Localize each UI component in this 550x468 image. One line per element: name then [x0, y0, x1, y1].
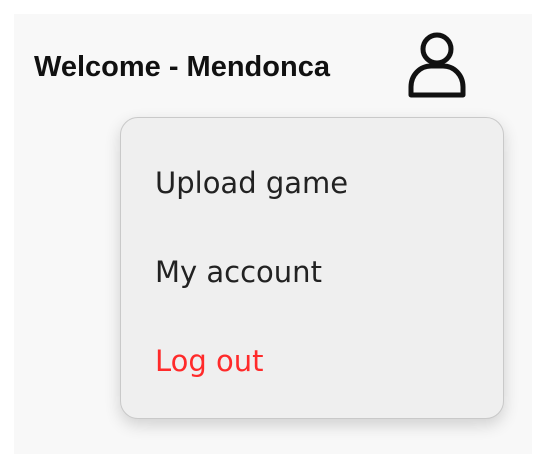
- menu-item-upload-game[interactable]: Upload game: [155, 165, 348, 201]
- user-icon: [408, 32, 466, 98]
- user-dropdown-menu: Upload game My account Log out: [120, 117, 504, 419]
- menu-item-log-out[interactable]: Log out: [155, 343, 264, 379]
- menu-item-my-account[interactable]: My account: [155, 254, 322, 290]
- user-menu-button[interactable]: [402, 28, 472, 102]
- welcome-text: Welcome - Mendonca: [34, 50, 330, 83]
- header: Welcome - Mendonca: [34, 30, 330, 104]
